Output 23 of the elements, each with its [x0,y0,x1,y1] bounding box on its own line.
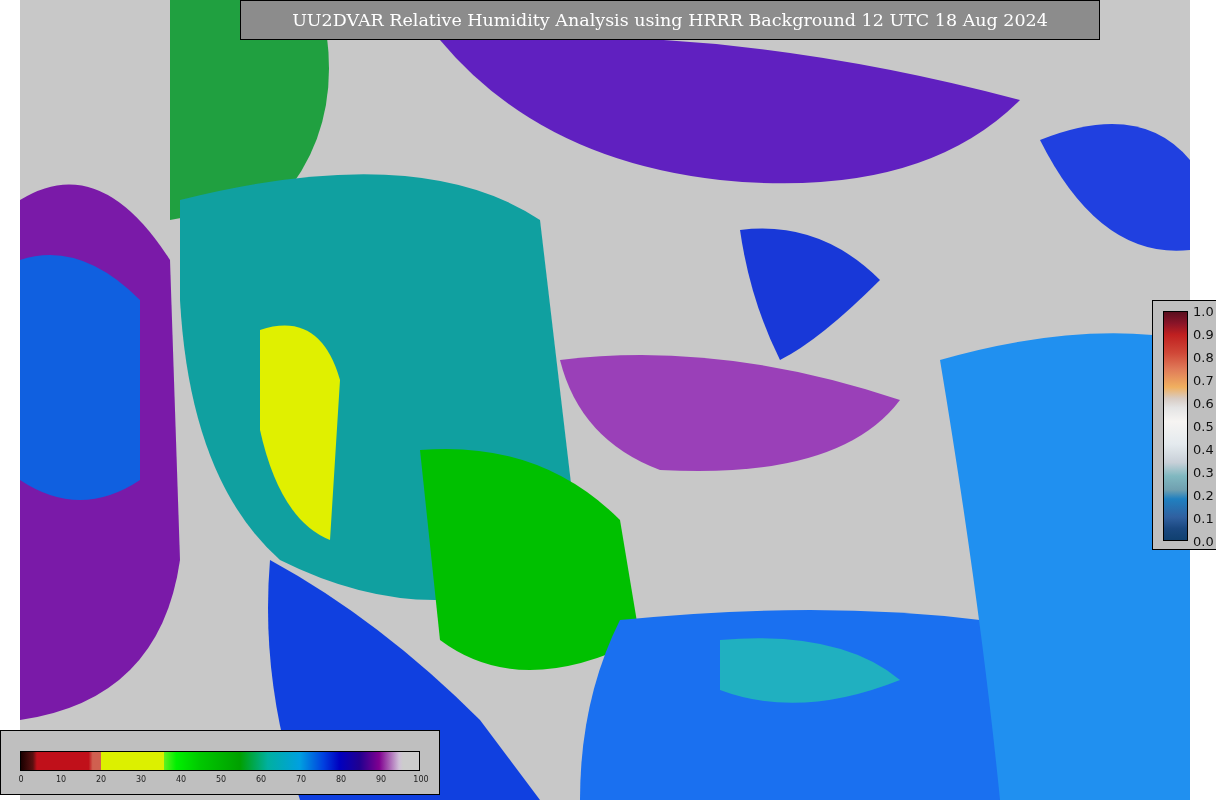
colorbar-tick-label: 100 [413,775,429,784]
colorbar-tick-label: 0.5 [1193,418,1214,434]
colorbar-tick-label: 0.9 [1193,326,1214,342]
colorbar-tick-label: 0.0 [1193,533,1214,549]
colorbar-tick-label: 90 [375,775,387,784]
map-title: UU2DVAR Relative Humidity Analysis using HRRR Background 12 UTC 18 Aug 2024 [240,0,1100,40]
colorbar-tick-label: 0.7 [1193,372,1214,388]
colorbar-tick-label: 40 [175,775,187,784]
colorbar-tick-label: 60 [255,775,267,784]
colorbar-tick-label: 20 [95,775,107,784]
colorbar-tick-label: 0.3 [1193,464,1214,480]
colorbar-tick-label: 0.1 [1193,510,1214,526]
colorbar-tick-label: 0.2 [1193,487,1214,503]
colorbar-tick-label: 70 [295,775,307,784]
colorbar-tick-label: 50 [215,775,227,784]
colorbar-tick-label: 0.6 [1193,395,1214,411]
colorbar-tick-label: 0.4 [1193,441,1214,457]
colorbar-tick-label: 0 [18,775,24,784]
colorbar-tick-label: 0.8 [1193,349,1214,365]
colorbar-tick-label: 1.0 [1193,303,1214,319]
colorbar-tick-label: 10 [55,775,67,784]
colorbar-tick-label: 30 [135,775,147,784]
colorbar-tick-label: 80 [335,775,347,784]
